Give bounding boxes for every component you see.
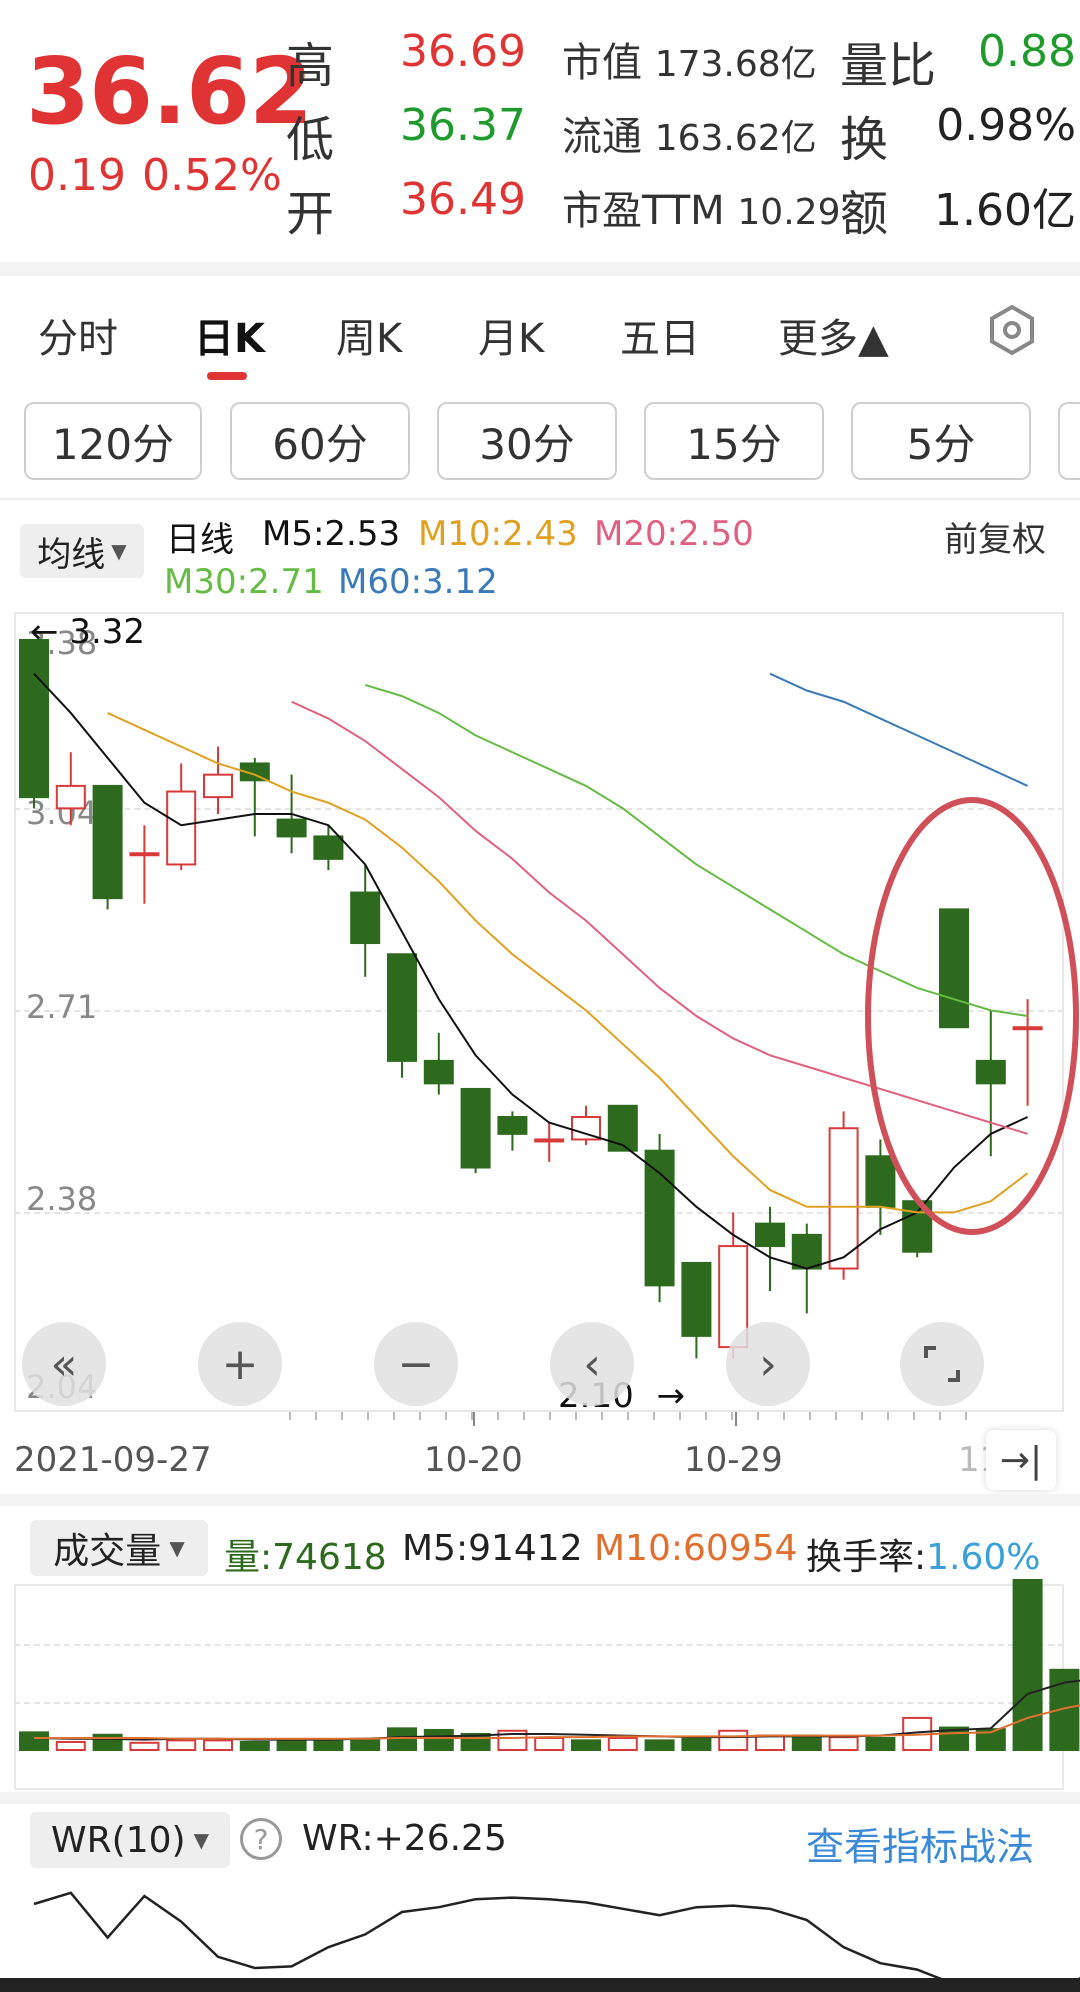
wr-chart xyxy=(33,1891,1080,1992)
system-nav-bar xyxy=(0,1978,1080,1992)
